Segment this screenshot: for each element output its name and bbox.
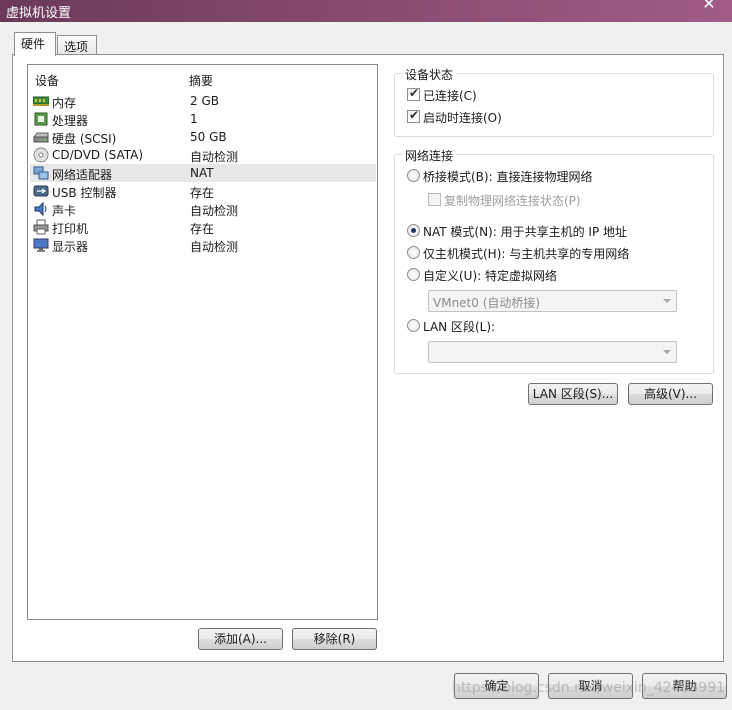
device-row-network-adapter[interactable]: 网络适配器 NAT: [30, 164, 376, 182]
memory-icon: [33, 96, 49, 106]
device-summary: 1: [190, 112, 198, 126]
advanced-button[interactable]: 高级(V)...: [628, 383, 713, 405]
device-row-printer[interactable]: 打印机 存在: [30, 218, 376, 236]
device-row-memory[interactable]: 内存 2 GB: [30, 92, 376, 110]
device-list[interactable]: 设备 摘要 内存 2 GB 处理器 1 硬盘 (SCSI) 50 GB CD/D…: [27, 64, 378, 620]
dropdown-arrow-icon: [663, 299, 671, 303]
column-header-summary[interactable]: 摘要: [189, 72, 213, 89]
device-summary: 自动检测: [190, 204, 239, 218]
device-row-usb-controller[interactable]: USB 控制器 存在: [30, 182, 376, 200]
add-device-button[interactable]: 添加(A)...: [198, 628, 283, 650]
device-name: 显示器: [52, 240, 89, 254]
device-row-cd-dvd[interactable]: CD/DVD (SATA) 自动检测: [30, 146, 376, 164]
remove-device-button[interactable]: 移除(R): [292, 628, 377, 650]
device-name: 硬盘 (SCSI): [52, 132, 117, 146]
watermark-text: https://blog.csdn.net/weixin_42488991: [452, 680, 726, 696]
checkmark-icon: ✔: [409, 86, 420, 100]
dropdown-arrow-icon: [663, 350, 671, 354]
device-summary: 自动检测: [190, 240, 239, 254]
device-summary: 存在: [190, 186, 215, 200]
usb-icon: [33, 185, 49, 197]
device-list-header: 设备 摘要: [28, 65, 377, 89]
device-status-group: 设备状态: [394, 66, 714, 137]
cd-dvd-icon: [33, 147, 49, 163]
device-summary: 2 GB: [190, 94, 219, 108]
network-adapter-icon: [33, 166, 49, 180]
window-title: 虚拟机设置: [6, 6, 72, 21]
close-button[interactable]: ✕: [694, 0, 724, 14]
checkmark-icon: ✔: [409, 108, 420, 122]
network-connection-title: 网络连接: [402, 147, 457, 164]
column-header-device[interactable]: 设备: [35, 72, 59, 89]
vm-settings-window: 虚拟机设置 ✕ 硬件 选项 设备 摘要 内存 2 GB 处理器 1 硬盘 (SC…: [0, 0, 732, 710]
device-name: 网络适配器: [52, 168, 113, 182]
lan-segment-select[interactable]: [428, 341, 677, 363]
device-row-hard-disk[interactable]: 硬盘 (SCSI) 50 GB: [30, 128, 376, 146]
printer-icon: [33, 219, 49, 235]
device-name: 内存: [52, 96, 77, 110]
sound-card-icon: [34, 201, 47, 217]
lan-segments-button[interactable]: LAN 区段(S)...: [528, 383, 618, 405]
display-icon: [33, 238, 49, 252]
device-name: CD/DVD (SATA): [52, 148, 144, 162]
custom-network-value: VMnet0 (自动桥接): [433, 296, 541, 310]
title-bar[interactable]: 虚拟机设置 ✕: [0, 0, 732, 22]
device-name: USB 控制器: [52, 186, 117, 200]
device-summary: 自动检测: [190, 150, 239, 164]
device-row-processor[interactable]: 处理器 1: [30, 110, 376, 128]
device-summary: NAT: [190, 166, 214, 180]
device-summary: 存在: [190, 222, 215, 236]
hard-disk-icon: [33, 132, 49, 143]
tab-hardware[interactable]: 硬件: [14, 32, 56, 56]
device-status-title: 设备状态: [402, 66, 457, 83]
device-row-sound-card[interactable]: 声卡 自动检测: [30, 200, 376, 218]
device-summary: 50 GB: [190, 130, 227, 144]
device-name: 处理器: [52, 114, 89, 128]
device-row-display[interactable]: 显示器 自动检测: [30, 236, 376, 254]
device-name: 打印机: [52, 222, 89, 236]
custom-network-select[interactable]: VMnet0 (自动桥接): [428, 290, 677, 312]
processor-icon: [34, 112, 48, 126]
device-name: 声卡: [52, 204, 77, 218]
